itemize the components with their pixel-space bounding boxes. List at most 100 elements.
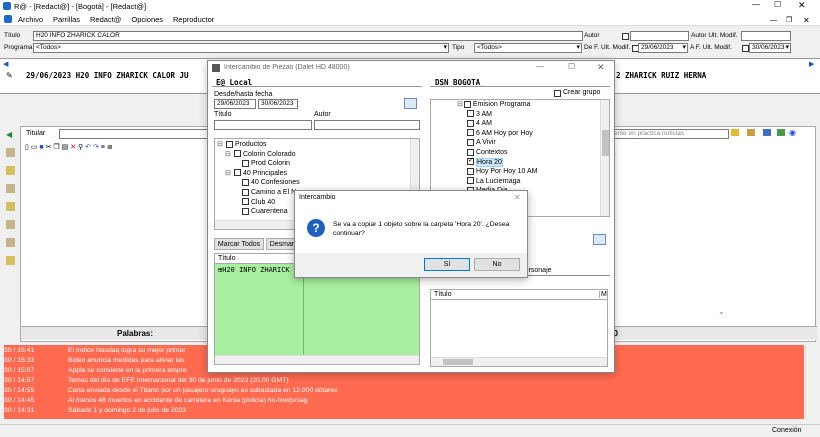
a-fecha-select[interactable]: 30/06/2023 (749, 43, 791, 53)
autor-checkbox[interactable] (622, 33, 629, 40)
left-tree-item[interactable]: 40 Confesiones (217, 178, 419, 188)
right-tree-item[interactable]: ✓ Hora 20 (435, 157, 609, 168)
confirm-close-button[interactable]: ✕ (514, 193, 521, 202)
tipo-select[interactable]: <Todos> (474, 43, 582, 53)
tree-expander-icon[interactable]: ⊟ (225, 169, 234, 179)
tool-icon-3[interactable] (6, 184, 15, 193)
right-refresh-icon[interactable] (593, 234, 606, 245)
autor-input[interactable] (630, 31, 689, 41)
crear-grupo-checkbox[interactable] (554, 90, 561, 97)
mdi-close-button[interactable]: ✕ (803, 14, 810, 27)
right-tree-item[interactable]: ⊟ Emision Programa (435, 100, 609, 110)
tree-checkbox[interactable] (226, 140, 233, 148)
tree-checkbox[interactable] (242, 198, 249, 206)
minimize-button[interactable]: — (752, 0, 760, 9)
de-fecha-select[interactable]: 29/06/2023 (638, 43, 688, 53)
left-list-hscroll[interactable] (215, 355, 419, 364)
tree-checkbox[interactable] (242, 179, 249, 187)
tree-checkbox[interactable] (467, 177, 474, 185)
save-icon[interactable]: ■ (39, 144, 43, 151)
right-tree-item[interactable]: A Vivir (435, 138, 609, 148)
tree-checkbox[interactable] (467, 139, 474, 147)
hasta-input[interactable]: 30/06/2023 (258, 99, 298, 109)
news-row[interactable]: 30 / 14:55 Carta enviada desde el Titanic… (4, 386, 804, 396)
right-tree-vscroll[interactable] (600, 100, 609, 216)
tree-expander-icon[interactable]: ⊟ (457, 101, 463, 108)
mdi-minimize-button[interactable]: — (770, 14, 777, 27)
menu-parrillas[interactable]: Parrillas (53, 13, 80, 26)
right-tree-item[interactable]: La Luciernaga (435, 177, 609, 187)
undo-icon[interactable]: ↶ (85, 144, 91, 151)
news-row[interactable]: 30 / 14:31 Sábado 1 y domingo 2 de julio … (4, 406, 804, 416)
left-tree-item[interactable]: ⊟ Productos (217, 140, 419, 150)
right-list-hscroll[interactable] (431, 357, 607, 366)
marcar-todos-button[interactable]: Marcar Todos (214, 238, 264, 250)
ticker-prev-icon[interactable]: ◀ (3, 60, 8, 68)
dialog-close-button[interactable]: ✕ (597, 62, 605, 73)
delete-icon[interactable]: ✕ (70, 144, 76, 151)
news-row[interactable]: 30 / 14:45 Al menos 48 muertos en acciden… (4, 396, 804, 406)
tree-checkbox[interactable] (467, 119, 474, 127)
tool-icon-6[interactable] (6, 238, 15, 247)
left-list-item[interactable]: ⊞H20 INFO ZHARICK (218, 265, 302, 275)
menu-reproductor[interactable]: Reproductor (173, 13, 214, 26)
tool-icon-2[interactable] (6, 166, 15, 175)
menu-redacta[interactable]: Redact@ (90, 13, 121, 26)
tool-icon-7[interactable] (6, 256, 15, 265)
dialog-maximize-button[interactable]: ☐ (568, 62, 575, 71)
left-tree-item[interactable]: ⊟ Colorin Colorado (217, 150, 419, 160)
autor-ult-input[interactable] (741, 31, 791, 41)
close-button[interactable]: ✕ (798, 0, 806, 11)
news-row[interactable]: 30 / 14:57 Temas del día de EFE Internaci… (4, 376, 804, 386)
align-justify-icon[interactable]: ≣ (107, 144, 113, 151)
news-search-input[interactable]: ente en practica noticias (611, 129, 729, 139)
tree-checkbox[interactable] (234, 150, 241, 158)
no-button[interactable]: No (474, 258, 520, 271)
toolbar-icon-c[interactable] (777, 129, 785, 136)
programa-select[interactable]: <Todos> (33, 43, 449, 53)
copy-icon[interactable]: ❐ (53, 144, 59, 151)
app-menu-icon[interactable] (4, 15, 12, 23)
new-icon[interactable]: ▯ (25, 144, 29, 151)
tool-icon-5[interactable] (6, 220, 15, 229)
yes-button[interactable]: Sí (424, 258, 470, 271)
a-fecha-checkbox[interactable] (742, 45, 749, 52)
tree-checkbox[interactable] (467, 129, 474, 137)
titulo-filter-input[interactable] (214, 120, 312, 130)
menu-opciones[interactable]: Opciones (131, 13, 163, 26)
tree-expander-icon[interactable]: ⊟ (225, 150, 234, 160)
ticker-next-icon[interactable]: ▶ (809, 60, 814, 68)
left-tree-item[interactable]: Prod Colorin (217, 159, 419, 169)
find-icon[interactable]: ⚲ (78, 144, 83, 151)
tree-checkbox[interactable] (467, 167, 474, 175)
tree-checkbox[interactable] (242, 188, 249, 196)
open-icon[interactable]: ▭ (31, 144, 38, 151)
left-tree-item[interactable]: ⊟ 40 Principales (217, 169, 419, 179)
tree-checkbox[interactable] (242, 159, 249, 167)
right-tree-item[interactable]: Contextos (435, 148, 609, 158)
right-tree-item[interactable]: Hoy Por Hoy 10 AM (435, 167, 609, 177)
right-tree-item[interactable]: 6 AM Hoy por Hoy (435, 129, 609, 139)
tree-checkbox[interactable]: ✓ (467, 157, 474, 166)
tree-checkbox[interactable] (242, 207, 249, 215)
tree-checkbox[interactable] (463, 100, 471, 108)
tool-icon-4[interactable] (6, 202, 15, 211)
folder-icon[interactable] (731, 129, 739, 136)
maximize-button[interactable]: ☐ (774, 0, 781, 9)
mdi-restore-button[interactable]: ❐ (786, 14, 792, 27)
paste-icon[interactable]: ▤ (62, 144, 69, 151)
menu-archivo[interactable]: Archivo (18, 13, 43, 26)
cut-icon[interactable]: ✂ (46, 144, 52, 151)
redo-icon[interactable]: ↷ (93, 144, 99, 151)
autor-filter-input[interactable] (314, 120, 420, 130)
toolbar-icon-b[interactable] (763, 129, 771, 136)
green-arrow-icon[interactable]: ◀ (6, 130, 12, 139)
titulo-input[interactable]: H20 INFO ZHARICK CALOR (33, 31, 583, 41)
tool-icon-1[interactable] (6, 148, 15, 157)
toolbar-icon-a[interactable] (747, 129, 755, 136)
tree-checkbox[interactable] (467, 110, 474, 118)
left-refresh-icon[interactable] (404, 98, 417, 109)
toolbar-icon-d[interactable]: ◉ (789, 128, 796, 137)
desde-input[interactable]: 29/06/2023 (214, 99, 256, 109)
titular-input[interactable] (59, 129, 229, 139)
